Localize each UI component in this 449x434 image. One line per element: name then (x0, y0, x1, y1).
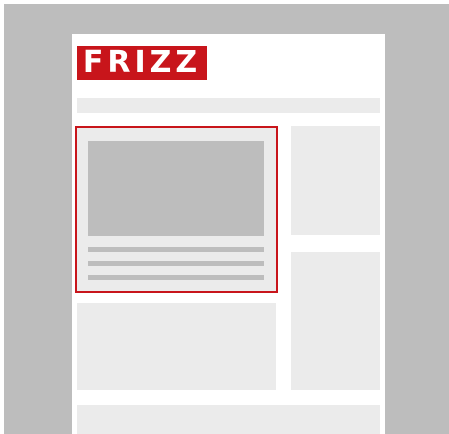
featured-article-text-line (88, 275, 264, 280)
featured-article-text-line (88, 247, 264, 252)
content-block-placeholder (77, 303, 276, 390)
navigation-bar-placeholder (77, 98, 380, 113)
sidebar-bottom-placeholder (291, 252, 380, 390)
featured-article-image-placeholder (88, 141, 264, 236)
brand-logo: FRIZZ (77, 46, 207, 80)
sidebar-top-placeholder (291, 126, 380, 235)
footer-block-placeholder (77, 405, 380, 434)
featured-article-text-line (88, 261, 264, 266)
